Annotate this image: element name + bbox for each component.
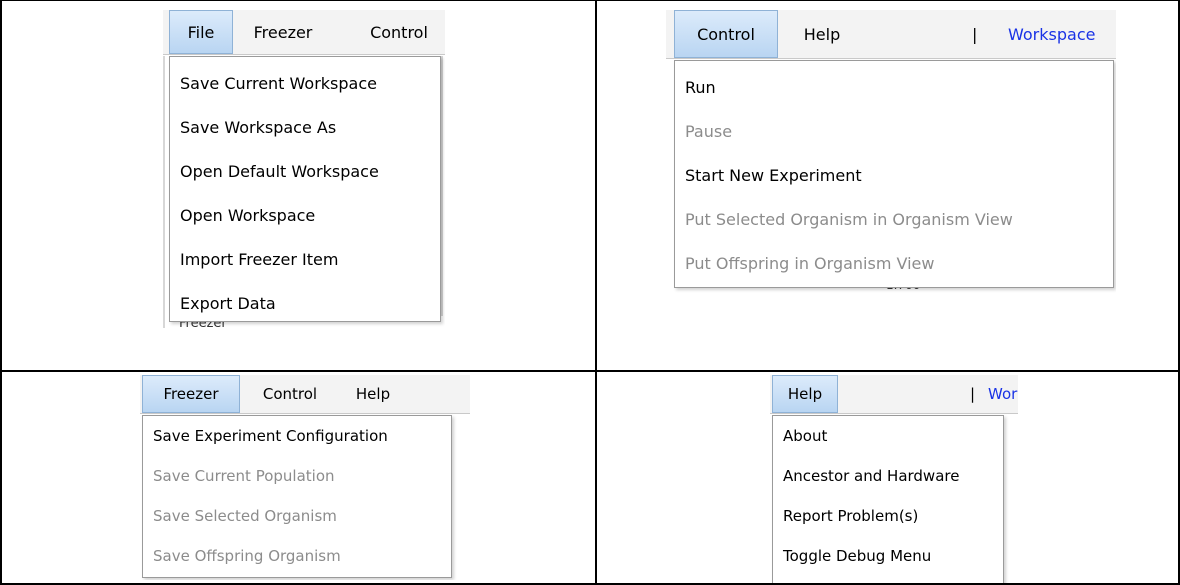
menu-item-save-experiment-configuration[interactable]: Save Experiment Configuration xyxy=(143,416,451,456)
menu-item-about[interactable]: About xyxy=(773,416,1003,456)
menu-item-export-data[interactable]: Export Data xyxy=(170,281,440,325)
menu-item-toggle-debug-menu[interactable]: Toggle Debug Menu xyxy=(773,536,1003,576)
menu-control[interactable]: Control xyxy=(674,10,778,58)
menu-item-put-selected-organism: Put Selected Organism in Organism View xyxy=(685,209,1013,229)
menu-item-open-workspace[interactable]: Open Workspace xyxy=(170,193,440,237)
menu-control[interactable]: Control xyxy=(359,10,439,54)
file-menu-screenshot: File Freezer Control Freezer Save Curren… xyxy=(163,10,445,328)
menubar: Help | Worl xyxy=(770,375,1018,414)
menu-help[interactable]: Help xyxy=(348,375,398,413)
table-border-left xyxy=(0,0,2,585)
menu-help[interactable]: Help xyxy=(790,10,854,58)
menu-help[interactable]: Help xyxy=(772,375,838,413)
menubar-separator: | xyxy=(970,385,976,403)
menu-item-save-selected-organism: Save Selected Organism xyxy=(153,507,337,525)
menubar: Freezer Control Help xyxy=(140,375,470,414)
menu-freezer[interactable]: Freezer xyxy=(142,375,240,413)
menu-item-report-problems[interactable]: Report Problem(s) xyxy=(773,496,1003,536)
menu-freezer[interactable]: Freezer xyxy=(243,10,323,54)
control-dropdown: Run Pause Start New Experiment Put Selec… xyxy=(674,60,1114,288)
workspace-link[interactable]: Workspace xyxy=(1008,10,1095,58)
help-menu-screenshot: Help | Worl About Ancestor and Hardware … xyxy=(770,375,1018,583)
menu-item-pause: Pause xyxy=(685,121,733,141)
menu-control[interactable]: Control xyxy=(250,375,330,413)
menu-item-save-current-workspace[interactable]: Save Current Workspace xyxy=(170,61,440,105)
workspace-link[interactable]: Worl xyxy=(988,375,1018,413)
table-divider-horizontal xyxy=(0,370,1180,372)
help-dropdown: About Ancestor and Hardware Report Probl… xyxy=(772,415,1004,583)
menu-item-open-default-workspace[interactable]: Open Default Workspace xyxy=(170,149,440,193)
menubar: Control Help | Workspace xyxy=(666,10,1116,59)
freezer-menu-screenshot: Freezer Control Help Save Experiment Con… xyxy=(140,375,470,580)
table-border-top xyxy=(0,0,1180,1)
background-panel-edge xyxy=(163,56,165,328)
menu-item-save-current-population: Save Current Population xyxy=(153,467,335,485)
freezer-dropdown: Save Experiment Configuration Save Curre… xyxy=(142,415,452,578)
menu-item-ancestor-and-hardware[interactable]: Ancestor and Hardware xyxy=(773,456,1003,496)
menu-item-start-new-experiment[interactable]: Start New Experiment xyxy=(675,153,1113,197)
menu-item-put-offspring: Put Offspring in Organism View xyxy=(685,253,935,273)
menu-item-save-workspace-as[interactable]: Save Workspace As xyxy=(170,105,440,149)
menubar: File Freezer Control xyxy=(163,10,445,55)
table-divider-vertical xyxy=(595,0,597,585)
menubar-separator: | xyxy=(972,24,978,44)
control-menu-screenshot: Control Help | Workspace 1.700 Run Pause… xyxy=(666,10,1116,294)
menu-item-run[interactable]: Run xyxy=(675,65,1113,109)
menu-item-save-offspring-organism: Save Offspring Organism xyxy=(153,547,341,565)
menu-item-import-freezer-item[interactable]: Import Freezer Item xyxy=(170,237,440,281)
background-panel-edge xyxy=(441,56,443,316)
file-dropdown: Save Current Workspace Save Workspace As… xyxy=(169,56,441,322)
menu-file[interactable]: File xyxy=(169,10,233,54)
